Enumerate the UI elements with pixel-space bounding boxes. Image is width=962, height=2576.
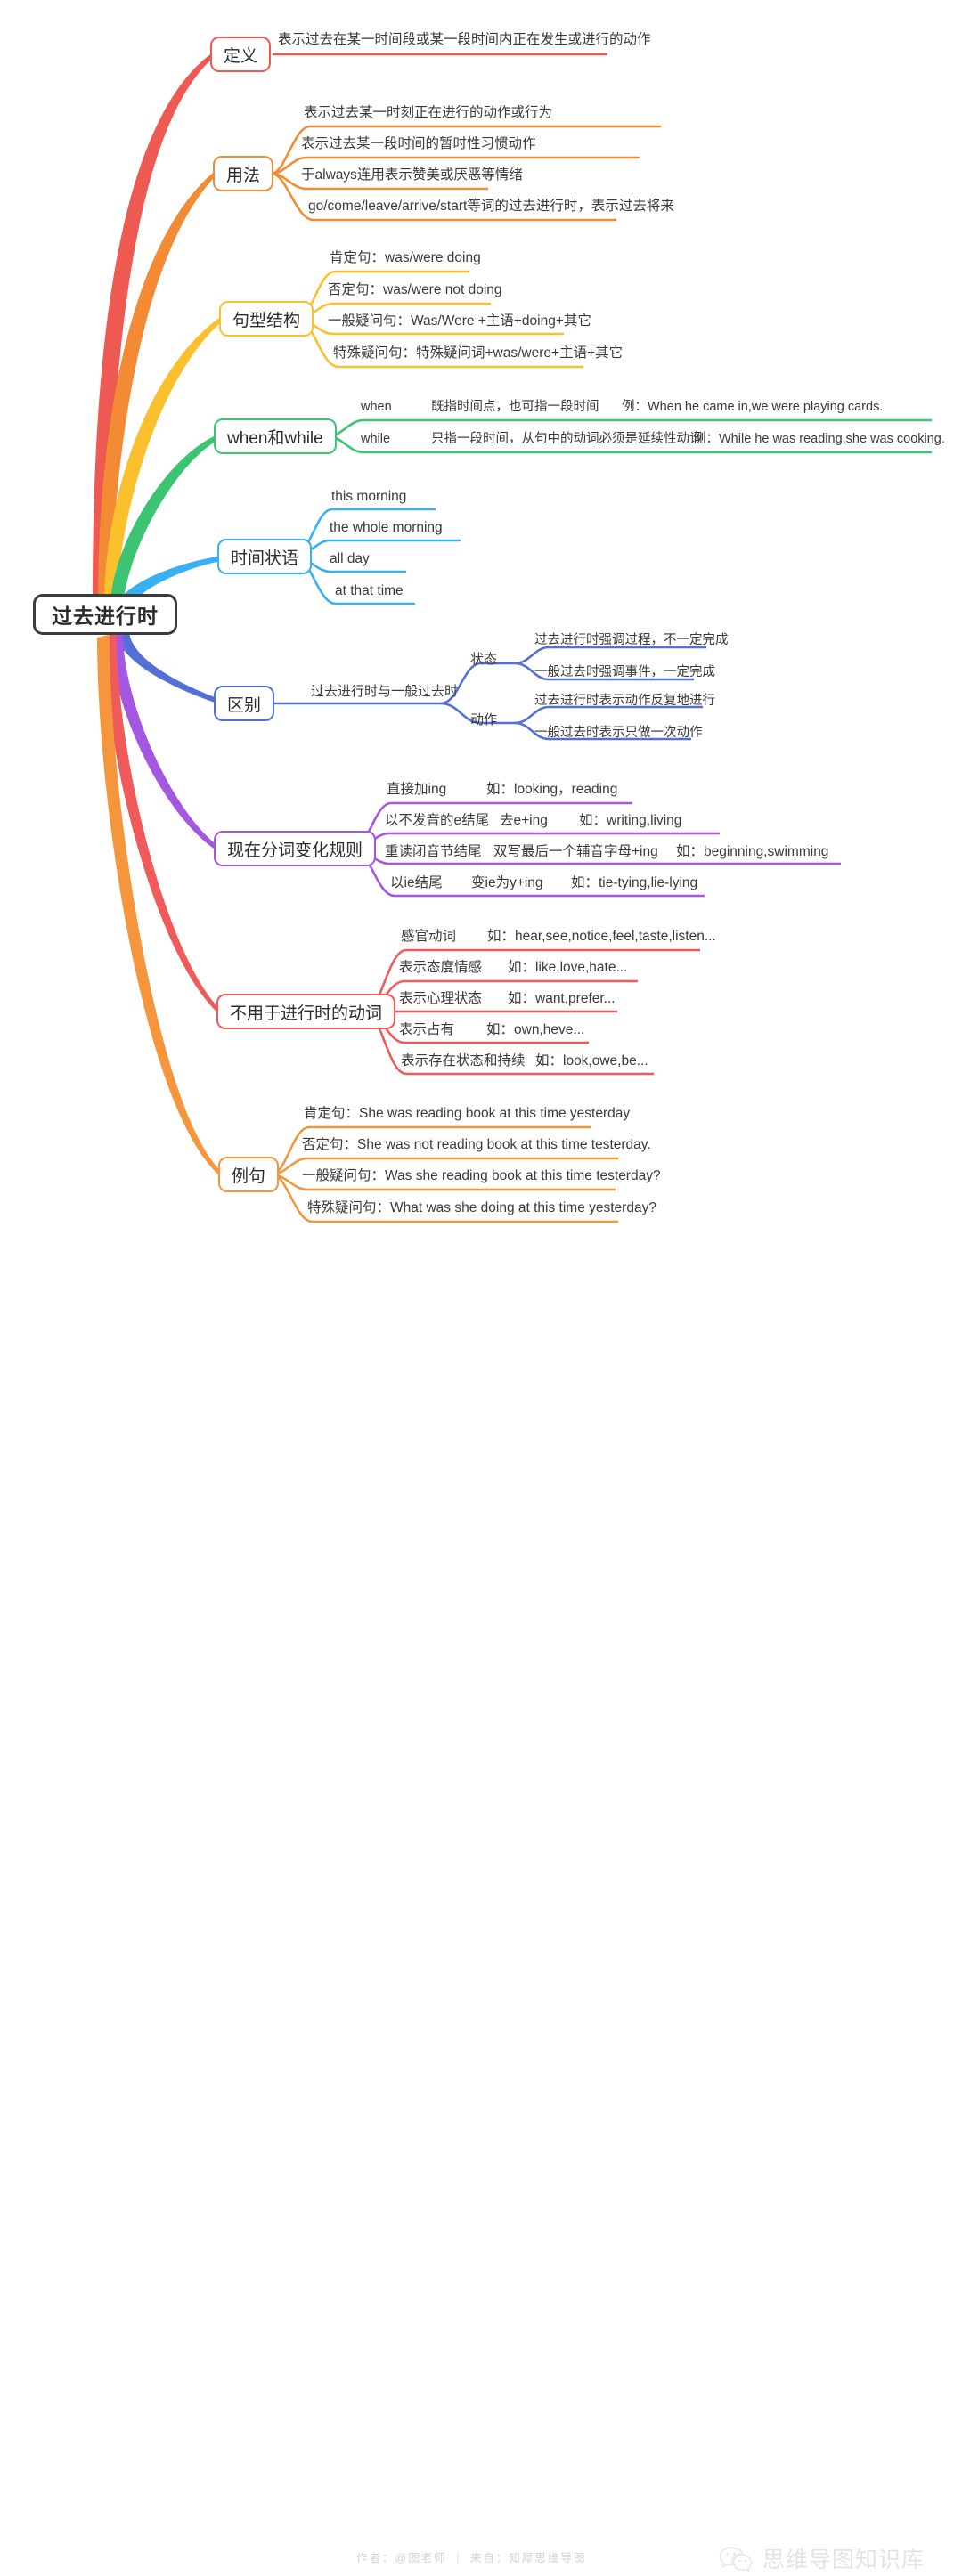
leaf-liju-2: 否定句：She was not reading book at this tim… [302, 1137, 651, 1152]
branch-curve-buyongyu [104, 634, 216, 1012]
leaf-when-label: when [361, 400, 392, 414]
leaf-juxing-2: 否定句：was/were not doing [328, 282, 502, 297]
leaf-buyongyu-3-example: 如：want,prefer... [508, 991, 616, 1006]
branch-curve-liju [97, 635, 218, 1174]
leaf-yongfa-4: go/come/leave/arrive/start等词的过去进行时，表示过去将… [308, 199, 674, 214]
branch-node-liju[interactable]: 例句 [218, 1157, 280, 1192]
leaf-qubie-g1-c1: 过去进行时强调过程，不一定完成 [534, 633, 729, 647]
branch-node-liju-label: 例句 [232, 1166, 266, 1186]
leaf-buyongyu-2-example: 如：like,love,hate... [508, 960, 628, 975]
leaf-fenci-3-example: 如：beginning,swimming [676, 844, 829, 859]
branch-curve-dingyi [93, 54, 210, 604]
leaf-while-example: 例：While he was reading,she was cooking. [693, 432, 945, 446]
branch-node-qubie[interactable]: 区别 [214, 686, 275, 721]
branch-node-fenci-label: 现在分词变化规则 [227, 841, 363, 860]
leaf-when-detail: 既指时间点，也可指一段时间 [431, 400, 599, 414]
footer-brand-text: 思维导图知识库 [762, 2547, 925, 2572]
leaf-liju-1: 肯定句：She was reading book at this time ye… [304, 1106, 631, 1121]
leaf-juxing-1: 肯定句：was/were doing [330, 250, 481, 265]
branch-curve-juxing [104, 318, 219, 607]
footer-brand: 思维导图知识库 [718, 2542, 925, 2574]
leaf-fenci-2-example: 如：writing,living [579, 813, 682, 828]
leaf-qubie-g2-c2: 一般过去时表示只做一次动作 [534, 726, 703, 740]
leaf-fenci-1-example: 如：looking，reading [486, 782, 618, 797]
leaf-buyongyu-5-label: 表示存在状态和持续 [401, 1053, 526, 1069]
leaf-buyongyu-5-example: 如：look,owe,be... [535, 1053, 648, 1069]
branch-node-buyongyu-label: 不用于进行时的动词 [230, 1004, 383, 1023]
leaf-buyongyu-4-example: 如：own,heve... [486, 1022, 585, 1037]
branch-node-whenwhile[interactable]: when和while [214, 418, 337, 454]
branch-node-qubie-label: 区别 [227, 695, 262, 715]
mindmap-canvas: 过去进行时 定义 表示过去在某一时间段或某一段时间内正在发生或进行的动作 用法 … [0, 0, 962, 1329]
footer-credit: 作者：@图老师 | 来自：知犀思维导图 [356, 2548, 586, 2565]
leaf-shijian-4: at that time [335, 583, 404, 598]
leaf-buyongyu-1-label: 感官动词 [401, 929, 457, 944]
leaf-dingyi-1: 表示过去在某一时间段或某一段时间内正在发生或进行的动作 [278, 32, 651, 47]
leaf-while-label: while [361, 432, 391, 446]
leaf-qubie-g2-c1: 过去进行时表示动作反复地进行 [534, 694, 715, 708]
branch-node-dingyi-label: 定义 [224, 46, 258, 66]
leaf-fenci-4-rule: 变ie为y+ing [471, 875, 543, 890]
leaf-fenci-2-rule: 去e+ing [500, 813, 548, 828]
leaf-when-example: 例：When he came in,we were playing cards. [622, 400, 884, 414]
footer-separator: | [456, 2552, 461, 2564]
leaf-juxing-3: 一般疑问句：Was/Were +主语+doing+其它 [328, 313, 591, 329]
footer-source: 来自：知犀思维导图 [469, 2552, 587, 2564]
footer: 作者：@图老师 | 来自：知犀思维导图 思维导图知识库 [0, 1268, 962, 2572]
footer-author: 作者：@图老师 [356, 2552, 447, 2564]
leaf-fenci-1-label: 直接加ing [387, 782, 447, 797]
leaf-shijian-1: this morning [331, 489, 407, 504]
qubie-mid-label: 过去进行时与一般过去时 [311, 684, 459, 699]
branch-node-shijian-label: 时间状语 [231, 549, 299, 568]
leaf-buyongyu-1-example: 如：hear,see,notice,feel,taste,listen... [487, 929, 716, 944]
branch-node-yongfa[interactable]: 用法 [213, 156, 274, 191]
branch-node-fenci[interactable]: 现在分词变化规则 [214, 831, 377, 866]
branch-node-yongfa-label: 用法 [226, 166, 261, 185]
wechat-icon [718, 2545, 755, 2572]
line-qubie-g2-c1 [514, 705, 703, 725]
leaf-yongfa-1: 表示过去某一时刻正在进行的动作或行为 [304, 105, 553, 120]
branch-curve-fenci [110, 632, 214, 849]
leaf-juxing-4: 特殊疑问句：特殊疑问词+was/were+主语+其它 [333, 345, 624, 361]
leaf-qubie-g1-c2: 一般过去时强调事件，一定完成 [534, 665, 715, 679]
leaf-buyongyu-4-label: 表示占有 [399, 1022, 455, 1037]
branch-curve-yongfa [98, 173, 213, 605]
branch-node-shijian[interactable]: 时间状语 [217, 539, 313, 574]
leaf-yongfa-2: 表示过去某一段时间的暂时性习惯动作 [301, 136, 536, 151]
branch-node-whenwhile-label: when和while [227, 428, 323, 448]
leaf-fenci-4-example: 如：tie-tying,lie-lying [571, 875, 698, 890]
root-node-label: 过去进行时 [52, 605, 159, 628]
branch-curve-whenwhile [110, 436, 214, 609]
leaf-yongfa-3: 于always连用表示赞美或厌恶等情绪 [301, 167, 523, 183]
branch-node-dingyi[interactable]: 定义 [210, 37, 272, 72]
branch-node-buyongyu[interactable]: 不用于进行时的动词 [216, 994, 396, 1029]
leaf-fenci-2-label: 以不发音的e结尾 [385, 813, 490, 828]
leaf-liju-3: 一般疑问句：Was she reading book at this time … [302, 1168, 661, 1183]
leaf-shijian-2: the whole morning [330, 520, 443, 535]
qubie-group-1-label: 状态 [470, 652, 498, 667]
branch-node-juxing[interactable]: 句型结构 [219, 301, 314, 337]
leaf-buyongyu-2-label: 表示态度情感 [399, 960, 483, 975]
leaf-while-detail: 只指一段时间，从句中的动词必须是延续性动词 [431, 432, 703, 446]
leaf-fenci-3-label: 重读闭音节结尾 [385, 844, 482, 859]
line-shijian-2 [294, 539, 461, 558]
leaf-liju-4: 特殊疑问句：What was she doing at this time ye… [307, 1200, 656, 1215]
leaf-buyongyu-3-label: 表示心理状态 [399, 991, 483, 1006]
line-qubie-g1-c1 [514, 646, 706, 665]
branch-node-juxing-label: 句型结构 [232, 311, 301, 330]
branch-curve-qubie [117, 630, 217, 703]
leaf-fenci-4-label: 以ie结尾 [390, 875, 443, 890]
qubie-group-2-label: 动作 [470, 712, 498, 727]
leaf-fenci-3-rule: 双写最后一个辅音字母+ing [493, 844, 658, 859]
leaf-shijian-3: all day [330, 551, 370, 566]
root-node[interactable]: 过去进行时 [33, 594, 177, 635]
